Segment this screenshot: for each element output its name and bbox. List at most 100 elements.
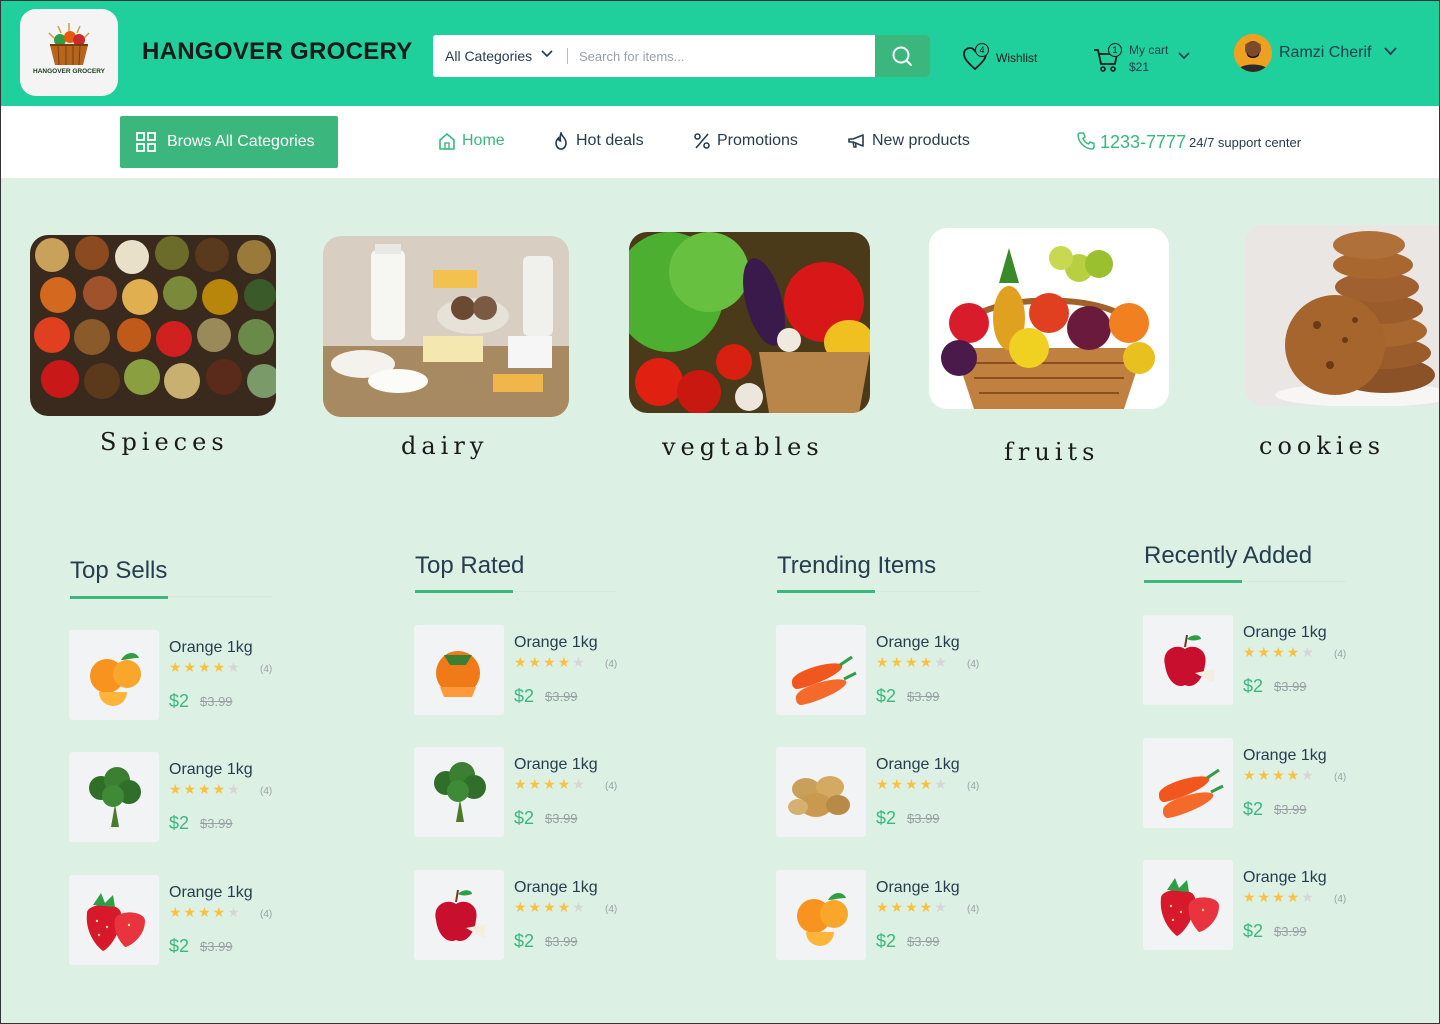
product-price: $2	[514, 808, 535, 828]
search-divider	[567, 48, 568, 64]
product-name[interactable]: Orange 1kg	[514, 879, 598, 897]
cart-total: $21	[1129, 60, 1150, 74]
product-image[interactable]	[69, 752, 159, 842]
nav-promotions-label: Promotions	[717, 132, 798, 149]
column-title: Recently Added	[1144, 542, 1313, 569]
product-name[interactable]: Orange 1kg	[169, 884, 253, 902]
cart-label: My cart	[1129, 43, 1169, 57]
rating-stars: ★★★★★	[876, 777, 949, 793]
rating-stars: ★★★★★	[169, 660, 242, 676]
product-name[interactable]: Orange 1kg	[169, 639, 253, 657]
product-name[interactable]: Orange 1kg	[1243, 624, 1327, 642]
nav-hot-deals[interactable]: Hot deals	[555, 132, 644, 150]
rating-count: (4)	[260, 909, 273, 920]
category-card-vegetables[interactable]	[629, 232, 870, 413]
orange-icon	[90, 653, 141, 706]
phone-icon	[1077, 132, 1095, 150]
flame-icon	[555, 132, 567, 150]
apple-icon	[1164, 634, 1215, 687]
category-card-fruits[interactable]	[929, 228, 1169, 409]
category-card-dairy[interactable]	[323, 236, 569, 417]
product-name[interactable]: Orange 1kg	[514, 634, 598, 652]
cart-count: 1	[1108, 43, 1122, 57]
product-name[interactable]: Orange 1kg	[876, 879, 960, 897]
product-image[interactable]	[1143, 738, 1233, 828]
category-label-spices[interactable]: Spieces	[100, 428, 229, 456]
rating-count: (4)	[967, 904, 980, 915]
product-old-price: $3.99	[1274, 802, 1307, 817]
search-button[interactable]	[875, 35, 930, 77]
product-price: $2	[1243, 676, 1264, 696]
rating-stars: ★★★★★	[514, 777, 587, 793]
product-price: $2	[876, 931, 897, 951]
rating-stars: ★★★★★	[1243, 768, 1316, 784]
rating-count: (4)	[967, 781, 980, 792]
category-label-fruits[interactable]: fruits	[1004, 438, 1099, 466]
avatar[interactable]	[1234, 34, 1272, 72]
nav-new-products[interactable]: New products	[848, 132, 970, 150]
potato-icon	[788, 776, 850, 817]
cart-summary[interactable]: My cart $21	[1129, 42, 1168, 76]
apple-icon	[435, 889, 486, 942]
nav-home-label: Home	[462, 132, 505, 149]
product-image[interactable]	[1143, 860, 1233, 950]
nav-promotions[interactable]: Promotions	[694, 132, 798, 150]
product-image[interactable]	[69, 630, 159, 720]
product-image[interactable]	[776, 747, 866, 837]
category-select[interactable]: All Categories	[445, 48, 532, 64]
product-image[interactable]	[414, 625, 504, 715]
category-card-spices[interactable]	[30, 235, 276, 416]
product-name[interactable]: Orange 1kg	[1243, 869, 1327, 887]
category-label-vegetables[interactable]: vegtables	[662, 433, 824, 461]
rating-stars: ★★★★★	[876, 655, 949, 671]
product-old-price: $3.99	[200, 816, 233, 831]
rating-stars: ★★★★★	[876, 900, 949, 916]
rating-stars: ★★★★★	[1243, 645, 1316, 661]
grid-icon	[136, 132, 156, 152]
product-old-price: $3.99	[1274, 679, 1307, 694]
nav-home[interactable]: Home	[439, 132, 505, 150]
chevron-down-icon[interactable]	[541, 50, 553, 58]
support-phone[interactable]: 1233-7777	[1100, 132, 1186, 153]
product-image[interactable]	[414, 747, 504, 837]
category-label-cookies[interactable]: cookies	[1259, 432, 1385, 460]
product-name[interactable]: Orange 1kg	[876, 634, 960, 652]
product-image[interactable]	[1143, 615, 1233, 705]
product-name[interactable]: Orange 1kg	[169, 761, 253, 779]
svg-text:HANGOVER GROCERY: HANGOVER GROCERY	[33, 68, 106, 75]
product-old-price: $3.99	[1274, 924, 1307, 939]
product-price: $2	[1243, 921, 1264, 941]
chevron-down-icon[interactable]	[1178, 52, 1190, 60]
chevron-down-icon[interactable]	[1384, 47, 1397, 56]
column-title: Top Rated	[415, 552, 525, 579]
product-image[interactable]	[414, 870, 504, 960]
product-image[interactable]	[69, 875, 159, 965]
column-accent	[415, 590, 513, 593]
category-label-dairy[interactable]: dairy	[401, 432, 488, 460]
rating-stars: ★★★★★	[514, 655, 587, 671]
column-accent	[70, 596, 168, 599]
product-name[interactable]: Orange 1kg	[1243, 747, 1327, 765]
product-image[interactable]	[776, 870, 866, 960]
product-old-price: $3.99	[545, 689, 578, 704]
column-title: Trending Items	[777, 552, 937, 579]
search-input[interactable]	[579, 43, 869, 69]
product-name[interactable]: Orange 1kg	[876, 756, 960, 774]
carrot-icon	[1159, 768, 1224, 818]
wishlist-label[interactable]: Wishlist	[996, 51, 1037, 65]
browse-categories-button[interactable]: Brows All Categories	[120, 116, 338, 168]
brand-name: HANGOVER GROCERY	[142, 38, 413, 65]
product-image[interactable]	[776, 625, 866, 715]
top-header: HANGOVER GROCERY HANGOVER GROCERY All Ca…	[0, 0, 1440, 106]
product-name[interactable]: Orange 1kg	[514, 756, 598, 774]
brand-logo[interactable]: HANGOVER GROCERY	[20, 9, 118, 96]
category-card-cookies[interactable]	[1245, 225, 1440, 406]
broccoli-icon	[434, 762, 486, 822]
user-name[interactable]: Ramzi Cherif	[1279, 44, 1371, 62]
rating-count: (4)	[605, 904, 618, 915]
rating-stars: ★★★★★	[514, 900, 587, 916]
percent-icon	[694, 133, 710, 149]
nav-hot-deals-label: Hot deals	[576, 132, 644, 149]
product-old-price: $3.99	[545, 811, 578, 826]
product-price: $2	[1243, 799, 1264, 819]
